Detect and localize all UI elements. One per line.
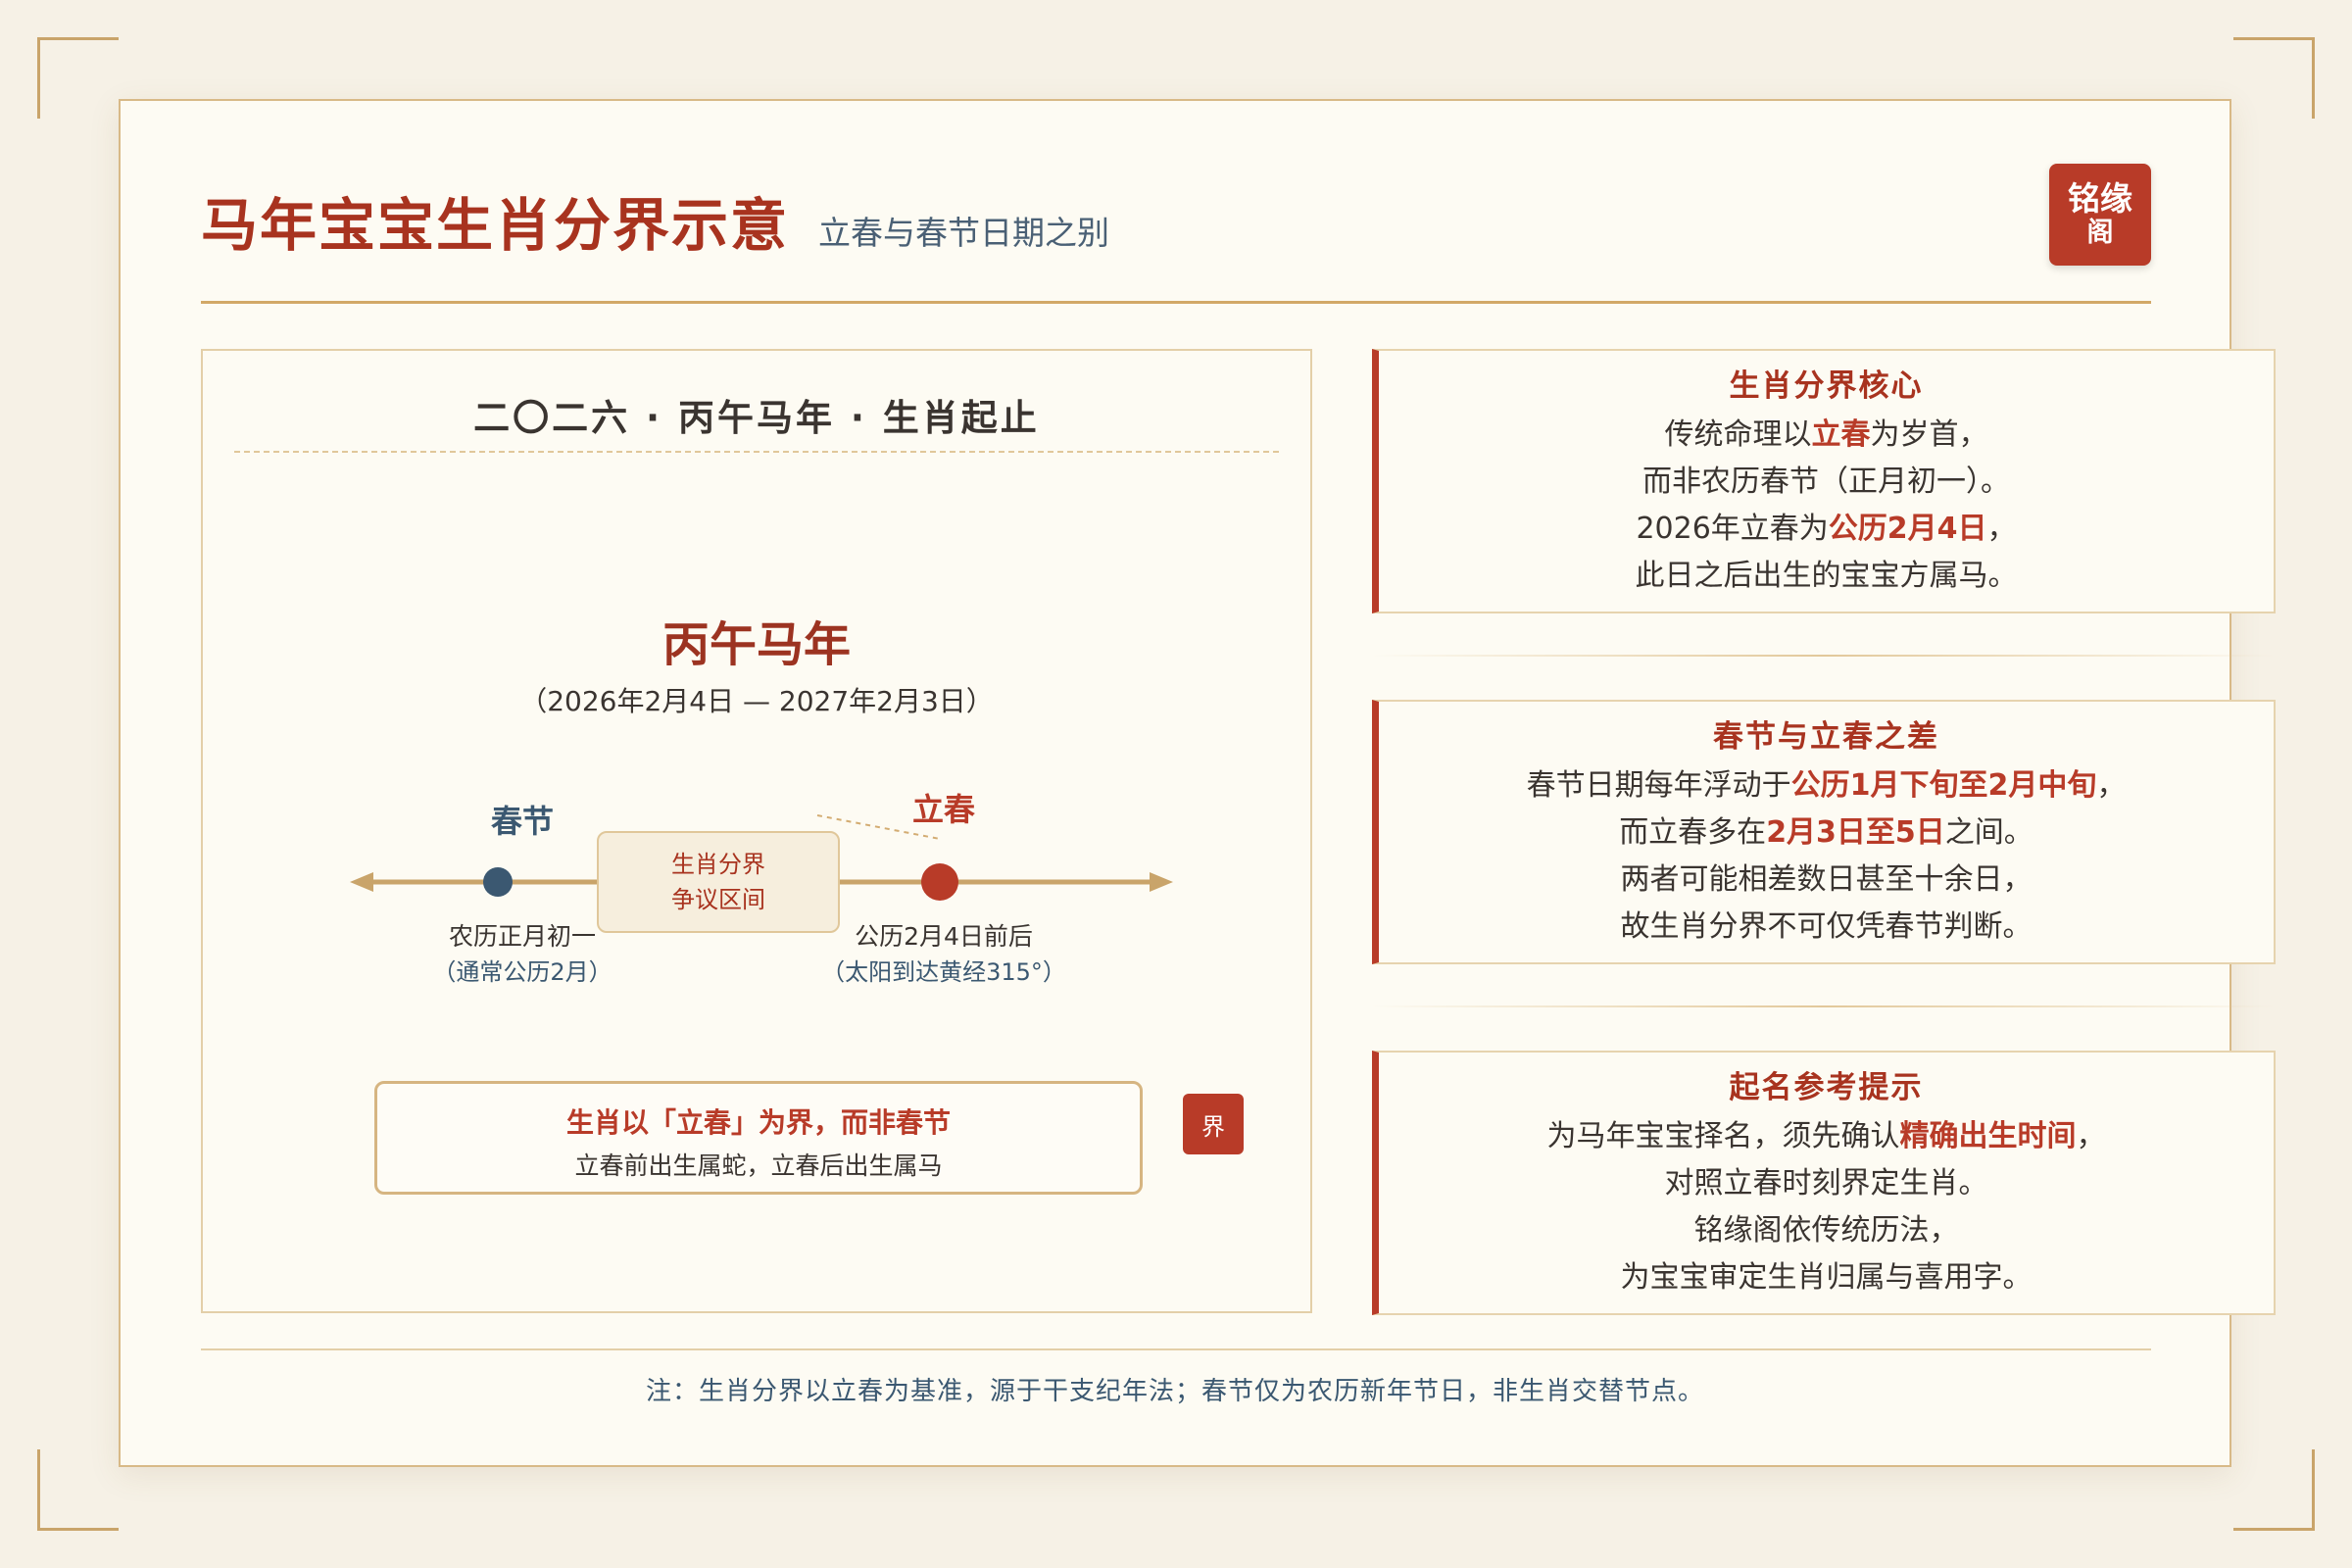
spring-festival-note: （通常公历2月）: [432, 958, 612, 986]
corner-ornament-bottom-right: [2233, 1449, 2315, 1531]
info-card-title: 起名参考提示: [1729, 1070, 1924, 1105]
spring-festival-dot: [483, 867, 513, 897]
info-line: 此日之后出生的宝宝方属马。: [1379, 553, 2274, 600]
lichun-desc: 公历2月4日前后: [855, 922, 1033, 951]
info-card-title: 春节与立春之差: [1713, 719, 1939, 755]
info-card-title: 生肖分界核心: [1729, 368, 1924, 404]
body-text: 为马年宝宝择名，须先确认: [1546, 1119, 1900, 1153]
year-range: （2026年2月4日 — 2027年2月3日）: [519, 685, 994, 717]
info-line: 故生肖分界不可仅凭春节判断。: [1379, 904, 2274, 951]
timeline-arrow-left: [350, 872, 373, 892]
body-text: 对照立春时刻界定生肖。: [1664, 1166, 1988, 1200]
highlight-text: 2月3日至5日: [1766, 815, 1945, 850]
body-text: ，: [2076, 1119, 2106, 1153]
lichun-note: （太阳到达黄经315°）: [821, 958, 1066, 986]
info-line: 对照立春时刻界定生肖。: [1379, 1160, 2274, 1207]
info-line: 为宝宝审定生肖归属与喜用字。: [1379, 1254, 2274, 1301]
lichun-label: 立春: [911, 791, 975, 828]
highlight-text: 精确出生时间: [1899, 1119, 2077, 1153]
info-card-body: 为马年宝宝择名，须先确认精确出生时间， 对照立春时刻界定生肖。 铭缘阁依传统历法， 为…: [1379, 1113, 2274, 1301]
info-card-naming-tip: 起名参考提示 为马年宝宝择名，须先确认精确出生时间， 对照立春时刻界定生肖。 铭缘阁…: [1372, 1051, 2276, 1315]
body-text: 故生肖分界不可仅凭春节判断。: [1620, 909, 2033, 944]
zodiac-boundary-diagram: 二〇二六 · 丙午马年 · 生肖起止 丙午马年 （2026年2月4日 — 202…: [201, 349, 1312, 1313]
corner-ornament-top-left: [37, 37, 119, 119]
card-separator: [1372, 655, 2276, 657]
body-text: 铭缘阁依传统历法，: [1693, 1213, 1959, 1248]
body-text: 传统命理以: [1664, 417, 1812, 452]
info-line: 为马年宝宝择名，须先确认精确出生时间，: [1379, 1113, 2274, 1160]
rule-sub-text: 立春前出生属蛇，立春后出生属马: [574, 1152, 943, 1180]
info-line: 2026年立春为公历2月4日，: [1379, 506, 2274, 553]
footnote: 注：生肖分界以立春为基准，源于干支纪年法；春节仅为农历新年节日，非生肖交替节点。: [645, 1377, 1704, 1406]
info-card-body: 传统命理以立春为岁首， 而非农历春节（正月初一）。 2026年立春为公历2月4日， 此…: [1379, 412, 2274, 600]
timeline-arrow-right: [1150, 872, 1173, 892]
body-text: 为宝宝审定生肖归属与喜用字。: [1620, 1260, 2033, 1295]
header-divider: [201, 301, 2151, 304]
info-line: 而非农历春节（正月初一）。: [1379, 459, 2274, 506]
body-text: 而非农历春节（正月初一）。: [1642, 465, 2010, 499]
main-card: 马年宝宝生肖分界示意 立春与春节日期之别 铭缘 阁 二〇二六 · 丙午马年 · …: [119, 99, 2276, 1467]
body-text: 为岁首，: [1870, 417, 1988, 452]
info-card-difference: 春节与立春之差 春节日期每年浮动于公历1月下旬至2月中旬， 而立春多在2月3日至5…: [1372, 700, 2276, 964]
spring-festival-label: 春节: [490, 803, 554, 840]
info-card-core: 生肖分界核心 传统命理以立春为岁首， 而非农历春节（正月初一）。 2026年立春为公…: [1372, 349, 2276, 613]
body-text: 2026年立春为: [1636, 512, 1829, 546]
card-separator: [1372, 1005, 2276, 1007]
info-card-body: 春节日期每年浮动于公历1月下旬至2月中旬， 而立春多在2月3日至5日之间。 两者可能…: [1379, 762, 2274, 951]
lichun-dot: [921, 863, 958, 901]
boundary-seal: 界: [1183, 1094, 1244, 1154]
corner-ornament-top-right: [2233, 37, 2315, 119]
body-text: ，: [1986, 512, 2017, 546]
info-line: 两者可能相差数日甚至十余日，: [1379, 857, 2274, 904]
rule-callout: 生肖以「立春」为界，而非春节 立春前出生属蛇，立春后出生属马: [374, 1081, 1143, 1195]
info-line: 春节日期每年浮动于公历1月下旬至2月中旬，: [1379, 762, 2274, 809]
footer-divider: [201, 1348, 2151, 1350]
brand-seal-line2: 阁: [2086, 218, 2114, 248]
info-line: 而立春多在2月3日至5日之间。: [1379, 809, 2274, 857]
highlight-text: 公历1月下旬至2月中旬: [1790, 768, 2097, 803]
page-subtitle: 立春与春节日期之别: [818, 214, 1109, 252]
info-line: 传统命理以立春为岁首，: [1379, 412, 2274, 459]
dispute-line-1: 生肖分界: [671, 851, 765, 878]
brand-seal-line1: 铭缘: [2068, 179, 2132, 218]
brand-seal: 铭缘 阁: [2049, 164, 2151, 266]
body-text: 之间。: [1944, 815, 2034, 850]
body-text: ，: [2096, 768, 2127, 803]
highlight-text: 立春: [1811, 417, 1871, 452]
body-text: 两者可能相差数日甚至十余日，: [1620, 862, 2033, 897]
body-text: 春节日期每年浮动于: [1526, 768, 1791, 803]
body-text: 而立春多在: [1619, 815, 1767, 850]
rule-main-text: 生肖以「立春」为界，而非春节: [565, 1106, 951, 1139]
corner-ornament-bottom-left: [37, 1449, 119, 1531]
dispute-line-2: 争议区间: [671, 886, 765, 913]
highlight-text: 公历2月4日: [1828, 512, 1987, 546]
page-title: 马年宝宝生肖分界示意: [201, 192, 790, 259]
body-text: 此日之后出生的宝宝方属马。: [1635, 559, 2018, 593]
year-title: 丙午马年: [662, 617, 851, 672]
info-line: 铭缘阁依传统历法，: [1379, 1207, 2274, 1254]
spring-festival-desc: 农历正月初一: [448, 922, 596, 951]
